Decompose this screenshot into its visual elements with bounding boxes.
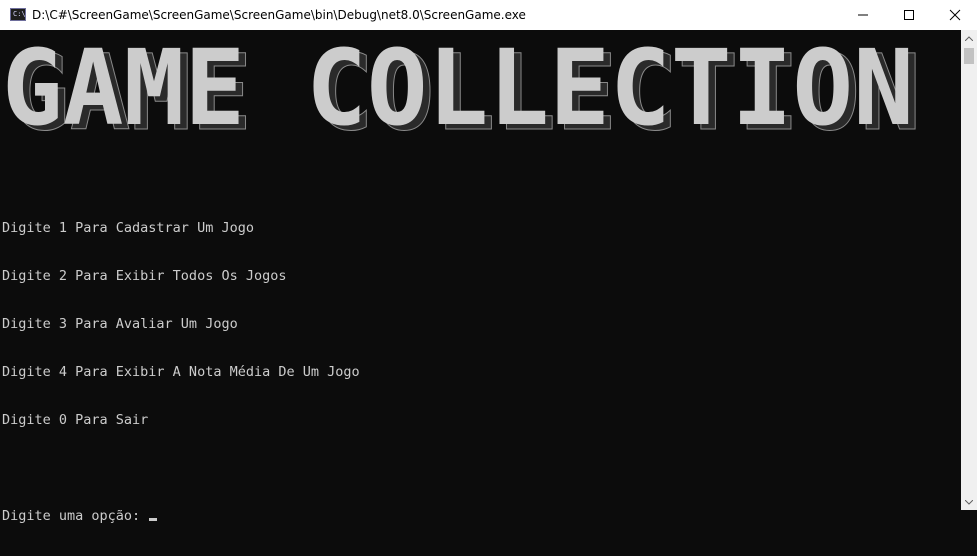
banner-graphic: GAME COLLECTION GAME COLLECTION xyxy=(2,44,922,144)
scroll-thumb[interactable] xyxy=(964,48,974,64)
close-button[interactable] xyxy=(932,0,977,30)
title-bar[interactable]: C:\ D:\C#\ScreenGame\ScreenGame\ScreenGa… xyxy=(0,0,977,30)
menu-option-4: Digite 4 Para Exibir A Nota Média De Um … xyxy=(2,364,360,380)
console-output[interactable]: GAME COLLECTION GAME COLLECTION Digite 1… xyxy=(0,30,961,524)
maximize-button[interactable] xyxy=(886,0,932,30)
close-icon xyxy=(949,9,961,21)
minimize-icon xyxy=(858,14,868,16)
scroll-up-button[interactable] xyxy=(961,30,977,46)
chevron-down-icon xyxy=(965,499,973,505)
console-app-icon[interactable]: C:\ xyxy=(10,8,26,21)
app-icon-glyph: C:\ xyxy=(13,10,26,18)
chevron-up-icon xyxy=(965,35,973,41)
banner-text: GAME COLLECTION xyxy=(2,44,914,144)
window-title: D:\C#\ScreenGame\ScreenGame\ScreenGame\b… xyxy=(32,8,526,22)
menu-option-1: Digite 1 Para Cadastrar Um Jogo xyxy=(2,220,254,236)
menu-option-2: Digite 2 Para Exibir Todos Os Jogos xyxy=(2,268,287,284)
menu-list: Digite 1 Para Cadastrar Um Jogo Digite 2… xyxy=(2,188,360,556)
menu-option-3: Digite 3 Para Avaliar Um Jogo xyxy=(2,316,238,332)
text-cursor xyxy=(149,518,158,521)
minimize-button[interactable] xyxy=(840,0,886,30)
input-prompt: Digite uma opção: xyxy=(2,508,149,524)
maximize-icon xyxy=(904,10,914,20)
scroll-down-button[interactable] xyxy=(961,494,977,510)
menu-option-0: Digite 0 Para Sair xyxy=(2,412,149,428)
input-prompt-line[interactable]: Digite uma opção: xyxy=(2,508,360,524)
vertical-scrollbar[interactable] xyxy=(961,30,977,510)
ascii-banner: GAME COLLECTION GAME COLLECTION xyxy=(2,44,932,144)
